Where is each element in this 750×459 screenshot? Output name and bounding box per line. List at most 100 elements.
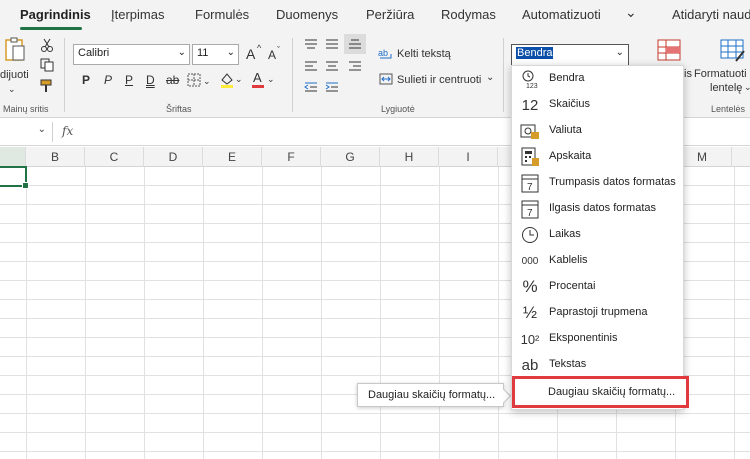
col-header[interactable]: H — [380, 147, 439, 167]
format-option-label: Apskaita — [549, 150, 592, 162]
paste-button[interactable]: dijuoti — [0, 69, 29, 81]
align-middle-icon[interactable] — [323, 36, 341, 52]
insert-function-button[interactable]: fx — [62, 124, 73, 138]
tab-data[interactable]: Duomenys — [276, 7, 338, 22]
align-right-icon[interactable] — [346, 58, 364, 74]
double-underline-button[interactable]: D — [146, 73, 155, 87]
scientific-format-icon: 10² — [520, 331, 540, 347]
format-option-label: Eksponentinis — [549, 332, 618, 344]
group-separator — [64, 38, 65, 112]
name-box[interactable]: ⌄ — [0, 122, 48, 142]
open-in-desktop-button[interactable]: Atidaryti naud — [672, 7, 750, 22]
styles-group-label: Lentelės — [711, 104, 746, 114]
format-option-label: Laikas — [549, 228, 581, 240]
col-header-a[interactable] — [0, 147, 26, 167]
col-header[interactable]: F — [262, 147, 321, 167]
tab-home[interactable]: Pagrindinis — [20, 7, 91, 22]
format-as-table-icon[interactable] — [718, 37, 748, 65]
format-option-percent[interactable]: % Procentai — [512, 274, 683, 300]
decrease-indent-icon[interactable] — [302, 79, 320, 95]
accounting-format-icon — [520, 147, 540, 167]
format-option-time[interactable]: Laikas — [512, 222, 683, 248]
font-size-value: 11 — [197, 47, 209, 59]
format-option-scientific[interactable]: 10² Eksponentinis — [512, 326, 683, 352]
merge-chevron-icon[interactable]: ⌄ — [486, 72, 494, 83]
underline-button[interactable]: P — [125, 73, 133, 87]
format-option-accounting[interactable]: Apskaita — [512, 144, 683, 170]
cut-icon[interactable] — [39, 37, 55, 53]
name-box-chevron-icon[interactable]: ⌄ — [38, 124, 46, 135]
clock-icon — [520, 225, 540, 245]
font-name-select[interactable]: Calibri ⌄ — [73, 44, 190, 65]
number-format-value: Bendra — [516, 47, 554, 59]
col-header[interactable]: E — [203, 147, 262, 167]
grow-font-button[interactable]: A — [246, 46, 255, 62]
align-center-icon[interactable] — [323, 58, 341, 74]
col-header[interactable]: G — [321, 147, 380, 167]
tab-formulas[interactable]: Formulės — [195, 7, 249, 22]
format-option-number[interactable]: 12 Skaičius — [512, 92, 683, 118]
format-painter-icon[interactable] — [39, 78, 55, 94]
format-table-chevron-icon[interactable]: ⌄ — [744, 82, 750, 93]
cell-styles-partial-label[interactable]: is — [684, 68, 692, 80]
svg-text:⌄: ⌄ — [267, 74, 275, 84]
shrink-font-button[interactable]: A — [268, 48, 276, 62]
tabs-overflow-icon[interactable]: ⌄ — [625, 4, 637, 21]
tab-insert[interactable]: Įterpimas — [111, 7, 164, 22]
active-cell[interactable] — [0, 166, 29, 189]
increase-indent-icon[interactable] — [323, 79, 341, 95]
tab-automate[interactable]: Automatizuoti — [522, 7, 601, 22]
format-option-text[interactable]: ab Tekstas — [512, 352, 683, 378]
align-top-icon[interactable] — [302, 36, 320, 52]
copy-icon[interactable] — [39, 57, 55, 73]
tooltip-text: Daugiau skaičių formatų... — [368, 389, 496, 401]
more-number-formats-button[interactable]: Daugiau skaičių formatų... — [512, 376, 689, 408]
format-option-fraction[interactable]: ½ Paprastoji trupmena — [512, 300, 683, 326]
format-option-comma[interactable]: 000 Kablelis — [512, 248, 683, 274]
col-header[interactable]: D — [144, 147, 203, 167]
font-group-label: Šriftas — [166, 104, 192, 114]
font-size-select[interactable]: 11 ⌄ — [192, 44, 239, 65]
group-separator — [292, 38, 293, 112]
tab-review[interactable]: Peržiūra — [366, 7, 414, 22]
italic-button[interactable]: P — [104, 73, 112, 87]
conditional-format-icon[interactable] — [655, 37, 683, 63]
format-option-label: Kablelis — [549, 254, 588, 266]
tab-view[interactable]: Rodymas — [441, 7, 496, 22]
format-option-label: Procentai — [549, 280, 596, 292]
col-header[interactable]: B — [26, 147, 85, 167]
svg-text:123: 123 — [526, 83, 538, 89]
col-header[interactable]: C — [85, 147, 144, 167]
format-option-short-date[interactable]: 7 Trumpasis datos formatas — [512, 170, 683, 196]
merge-center-icon — [378, 71, 394, 87]
borders-icon[interactable]: ⌄ — [187, 72, 213, 88]
fill-color-icon[interactable]: ⌄ — [219, 71, 245, 89]
grow-font-caret-icon: ^ — [257, 43, 262, 53]
merge-center-button[interactable]: Sulieti ir centruoti — [397, 74, 481, 86]
wrap-text-button[interactable]: Kelti tekstą — [397, 48, 451, 60]
active-tab-indicator — [20, 27, 82, 30]
number-format-icon: 12 — [521, 96, 539, 114]
group-separator — [503, 38, 504, 112]
font-color-icon[interactable]: A ⌄ — [250, 70, 276, 89]
chevron-down-icon: ⌄ — [226, 47, 235, 58]
currency-format-icon — [520, 121, 540, 141]
number-format-select[interactable]: Bendra ⌄ — [511, 44, 629, 66]
format-option-currency[interactable]: Valiuta — [512, 118, 683, 144]
strikethrough-button[interactable]: ab — [166, 73, 179, 87]
fraction-format-icon: ½ — [522, 303, 538, 322]
paste-icon[interactable] — [2, 36, 28, 66]
format-option-label: Bendra — [549, 72, 585, 84]
calendar-icon: 7 — [520, 173, 540, 193]
alignment-group-label: Lygiuotė — [381, 104, 415, 114]
format-option-general[interactable]: 123 Bendra — [512, 66, 683, 92]
format-option-label: Paprastoji trupmena — [549, 306, 648, 318]
align-bottom-icon[interactable] — [344, 34, 366, 54]
format-option-long-date[interactable]: 7 Ilgasis datos formatas — [512, 196, 683, 222]
align-left-icon[interactable] — [302, 58, 320, 74]
bold-button[interactable]: P — [82, 73, 90, 87]
svg-text:7: 7 — [527, 208, 533, 219]
col-header[interactable]: I — [439, 147, 498, 167]
paste-chevron-icon[interactable]: ⌄ — [8, 84, 16, 95]
format-as-table-button[interactable]: Formatuoti — [694, 68, 747, 80]
